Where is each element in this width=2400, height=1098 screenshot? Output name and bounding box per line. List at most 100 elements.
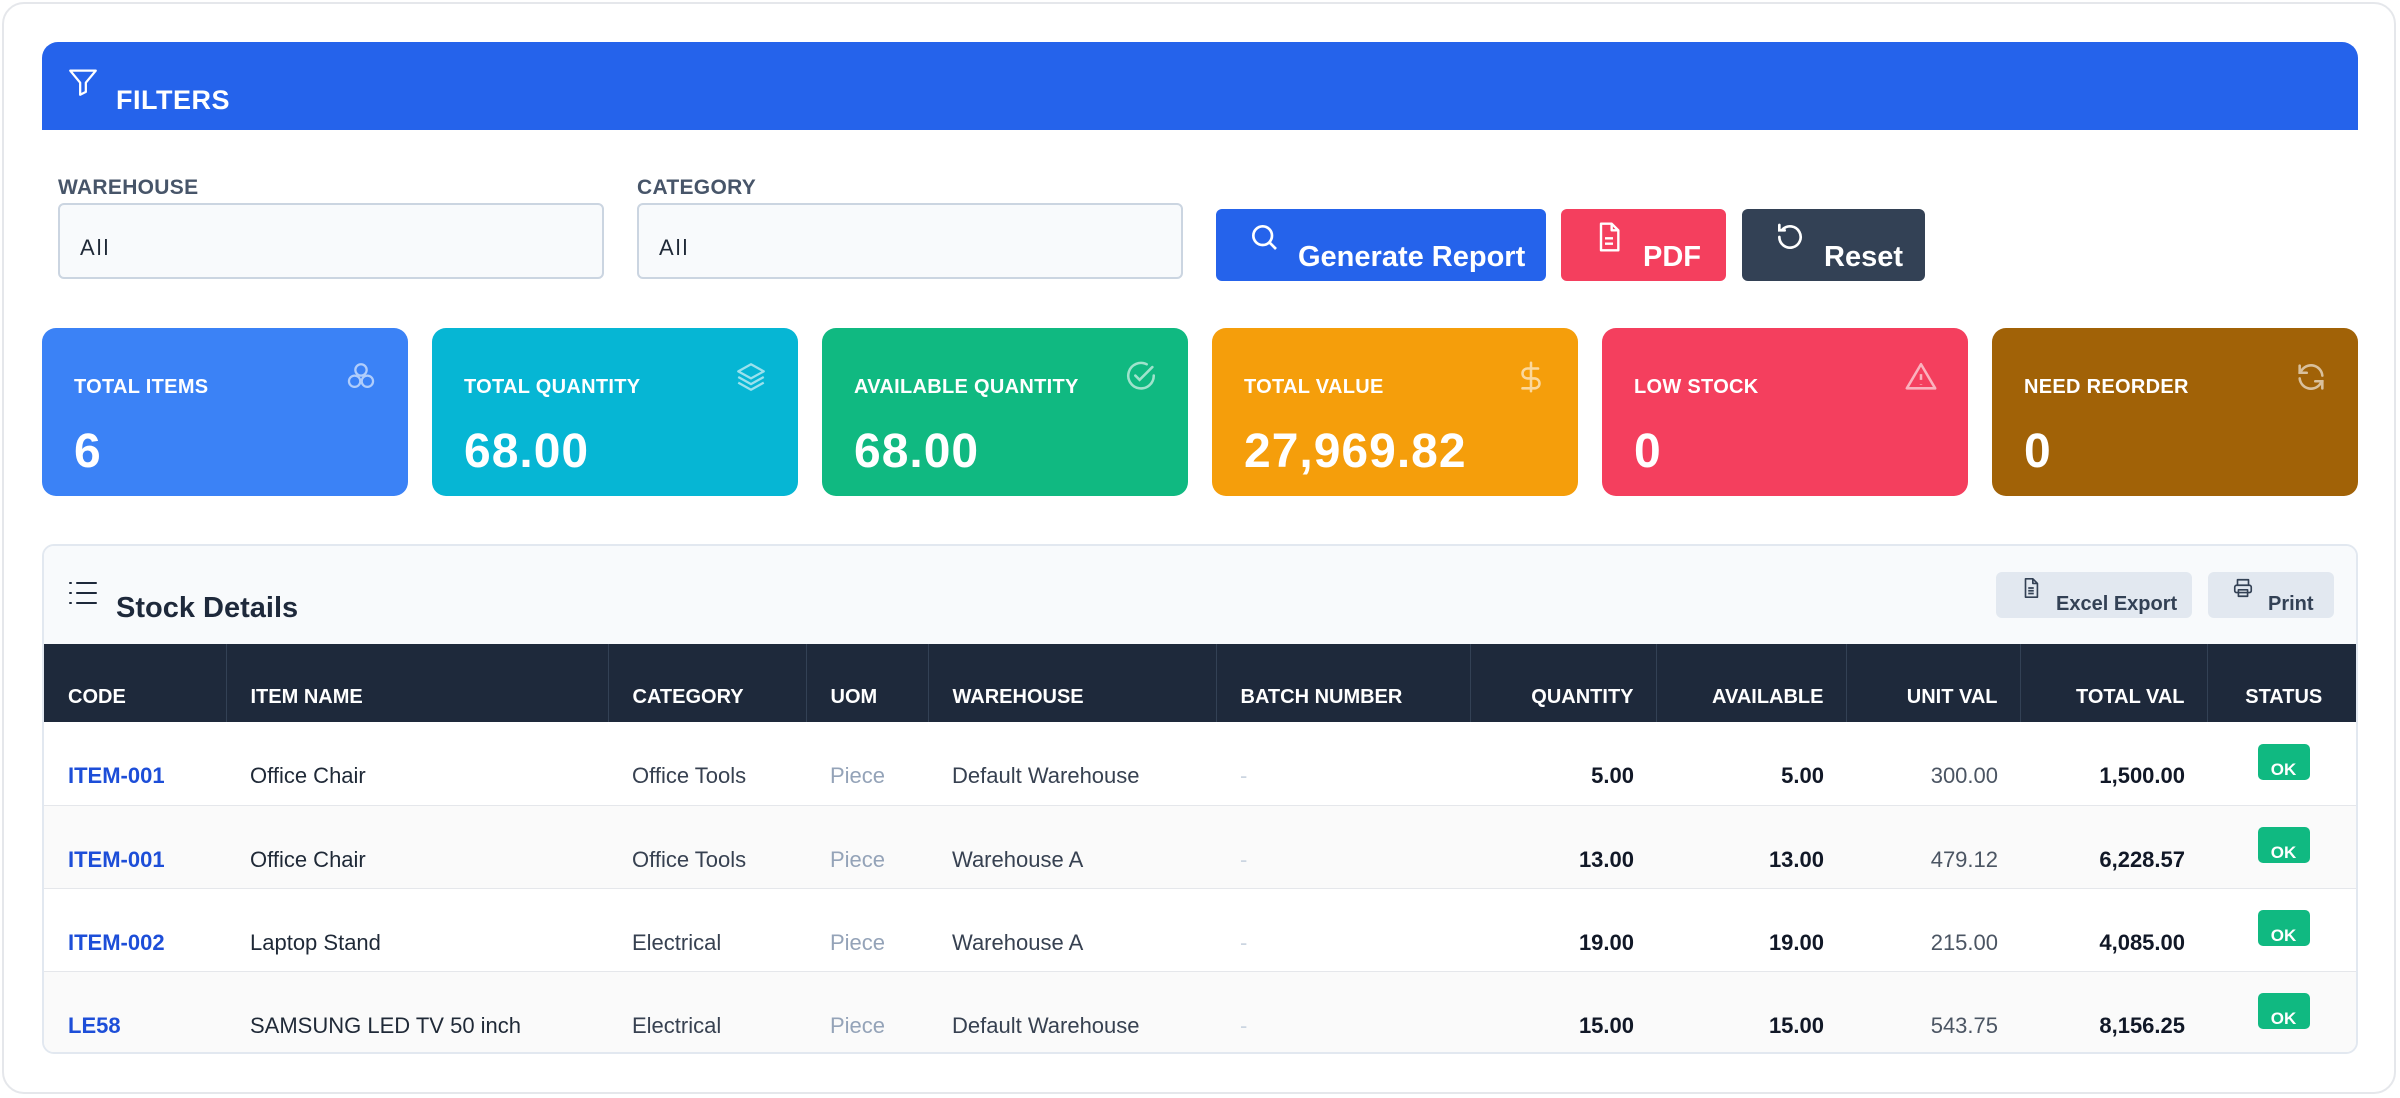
filters-header: FILTERS xyxy=(42,42,2358,130)
item-uom: Piece xyxy=(830,929,886,955)
table-header-row: CODE ITEM NAME CATEGORY UOM WAREHOUSE BA… xyxy=(44,644,2356,722)
item-batch: - xyxy=(1240,1012,1248,1038)
item-total-val: 8,156.25 xyxy=(2099,1012,2185,1038)
file-pdf-icon xyxy=(1599,222,1620,252)
item-available: 13.00 xyxy=(1768,846,1824,872)
item-name: Laptop Stand xyxy=(250,929,381,955)
table-row: ITEM-001 Office Chair Office Tools Piece… xyxy=(44,805,2356,888)
refresh-icon xyxy=(2298,364,2324,390)
category-select[interactable]: All xyxy=(637,203,1183,279)
stat-card-total-quantity: TOTAL QUANTITY 68.00 xyxy=(432,328,798,496)
stat-value: 0 xyxy=(1634,425,1662,478)
item-code-link[interactable]: ITEM-002 xyxy=(44,888,226,971)
item-uom: Piece xyxy=(830,1012,886,1038)
table-row: ITEM-002 Laptop Stand Electrical Piece W… xyxy=(44,888,2356,971)
column-header-warehouse[interactable]: WAREHOUSE xyxy=(928,644,1217,722)
stat-label: TOTAL ITEMS xyxy=(74,376,209,398)
filters-title: FILTERS xyxy=(116,84,230,115)
item-total-val: 6,228.57 xyxy=(2099,846,2185,872)
column-header-quantity[interactable]: QUANTITY xyxy=(1470,644,1657,722)
column-header-status[interactable]: STATUS xyxy=(2207,644,2356,722)
stat-label: AVAILABLE QUANTITY xyxy=(854,376,1079,398)
item-name: Office Chair xyxy=(250,846,366,872)
item-category: Electrical xyxy=(632,1012,722,1038)
item-batch: - xyxy=(1240,763,1248,789)
column-header-item-name[interactable]: ITEM NAME xyxy=(226,644,609,722)
stat-value: 68.00 xyxy=(464,425,590,478)
generate-report-label: Generate Report xyxy=(1298,240,1526,273)
stat-card-low-stock: LOW STOCK 0 xyxy=(1602,328,1968,496)
column-header-category[interactable]: CATEGORY xyxy=(608,644,807,722)
stock-details-title: Stock Details xyxy=(116,592,299,624)
stat-card-total-items: TOTAL ITEMS 6 xyxy=(42,328,408,496)
item-status-cell: OK xyxy=(2207,805,2356,888)
item-category: Office Tools xyxy=(632,846,747,872)
item-code-link[interactable]: LE58 xyxy=(44,971,226,1052)
search-icon xyxy=(1252,225,1277,250)
item-name: Office Chair xyxy=(250,763,366,789)
stat-label: NEED REORDER xyxy=(2024,376,2189,398)
printer-icon xyxy=(2233,578,2253,598)
pdf-label: PDF xyxy=(1643,240,1701,273)
stat-value: 6 xyxy=(74,425,102,478)
item-warehouse: Default Warehouse xyxy=(952,1012,1140,1038)
item-status-cell: OK xyxy=(2207,722,2356,805)
item-total-val: 1,500.00 xyxy=(2099,763,2185,789)
item-unit-val: 215.00 xyxy=(1930,929,1998,955)
item-status-cell: OK xyxy=(2207,971,2356,1052)
item-available: 15.00 xyxy=(1768,1012,1824,1038)
reset-button[interactable]: Reset xyxy=(1742,209,1925,281)
item-category: Office Tools xyxy=(632,763,747,789)
dollar-icon xyxy=(1521,361,1541,393)
column-header-batch-number[interactable]: BATCH NUMBER xyxy=(1216,644,1471,722)
column-header-code[interactable]: CODE xyxy=(44,644,227,722)
reset-icon xyxy=(1778,223,1802,249)
item-quantity: 19.00 xyxy=(1578,929,1634,955)
reset-label: Reset xyxy=(1824,240,1903,273)
print-label: Print xyxy=(2268,593,2314,615)
item-quantity: 15.00 xyxy=(1578,1012,1634,1038)
stat-value: 0 xyxy=(2024,425,2052,478)
stock-details-panel: Stock Details Excel Export Print CODE IT… xyxy=(42,544,2358,1054)
stat-value: 27,969.82 xyxy=(1244,425,1467,478)
column-header-total-val[interactable]: TOTAL VAL xyxy=(2020,644,2208,722)
stat-label: TOTAL VALUE xyxy=(1244,376,1384,398)
table-row: ITEM-001 Office Chair Office Tools Piece… xyxy=(44,722,2356,805)
item-category: Electrical xyxy=(632,929,722,955)
item-status-cell: OK xyxy=(2207,888,2356,971)
pdf-button[interactable]: PDF xyxy=(1561,209,1726,281)
item-quantity: 5.00 xyxy=(1591,763,1634,789)
item-warehouse: Warehouse A xyxy=(952,929,1084,955)
check-circle-icon xyxy=(1126,361,1156,390)
item-available: 5.00 xyxy=(1781,763,1824,789)
stat-label: TOTAL QUANTITY xyxy=(464,376,641,398)
item-unit-val: 300.00 xyxy=(1930,763,1998,789)
item-code-link[interactable]: ITEM-001 xyxy=(44,722,226,805)
item-uom: Piece xyxy=(830,846,886,872)
stat-card-total-value: TOTAL VALUE 27,969.82 xyxy=(1212,328,1578,496)
warning-icon xyxy=(1905,362,1937,390)
column-header-unit-val[interactable]: UNIT VAL xyxy=(1846,644,2021,722)
item-code-link[interactable]: ITEM-001 xyxy=(44,805,226,888)
column-header-available[interactable]: AVAILABLE xyxy=(1656,644,1847,722)
stat-label: LOW STOCK xyxy=(1634,376,1759,398)
excel-export-button[interactable]: Excel Export xyxy=(1996,572,2192,618)
file-excel-icon xyxy=(2024,578,2039,598)
warehouse-select[interactable]: All xyxy=(58,203,604,279)
item-batch: - xyxy=(1240,846,1248,872)
item-batch: - xyxy=(1240,929,1248,955)
filter-icon xyxy=(69,69,97,96)
item-total-val: 4,085.00 xyxy=(2099,929,2185,955)
layers-icon xyxy=(737,363,765,391)
item-unit-val: 543.75 xyxy=(1930,1012,1998,1038)
item-warehouse: Warehouse A xyxy=(952,846,1084,872)
print-button[interactable]: Print xyxy=(2208,572,2334,618)
category-label: CATEGORY xyxy=(637,176,757,199)
stock-table: CODE ITEM NAME CATEGORY UOM WAREHOUSE BA… xyxy=(44,644,2356,1052)
status-badge: OK xyxy=(2257,910,2310,946)
cubes-icon xyxy=(347,363,375,389)
item-uom: Piece xyxy=(830,763,886,789)
generate-report-button[interactable]: Generate Report xyxy=(1216,209,1546,281)
excel-export-label: Excel Export xyxy=(2056,593,2178,615)
column-header-uom[interactable]: UOM xyxy=(806,644,929,722)
